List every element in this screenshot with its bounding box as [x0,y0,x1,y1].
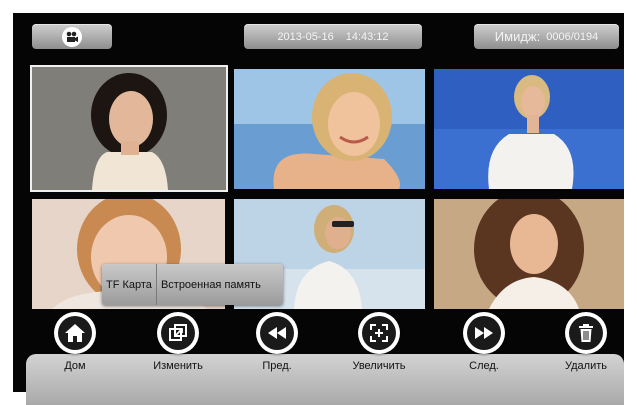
photo-image [234,69,425,189]
next-button[interactable]: След. [444,312,524,392]
camera-button[interactable] [32,24,112,49]
photo-image [32,67,226,190]
date-text: 2013-05-16 [277,30,334,43]
image-counter-value: 0006/0194 [546,30,599,43]
zoom-button[interactable]: Увеличить [339,312,419,392]
thumbnail-2[interactable] [234,69,425,189]
storage-option-internal[interactable]: Встроенная память [157,264,265,305]
datetime-display: 2013-05-16 14:43:12 [244,24,422,49]
thumbnail-3[interactable] [434,69,624,189]
home-button[interactable]: Дом [35,312,115,392]
photo-image [434,69,624,189]
switch-icon [161,316,195,350]
previous-button[interactable]: Пред. [237,312,317,392]
time-text: 14:43:12 [345,30,389,43]
next-label: След. [469,360,499,372]
zoom-icon [362,316,396,350]
image-counter: Имидж: 0006/0194 [474,24,619,49]
delete-label: Удалить [565,360,607,372]
rewind-icon [260,316,294,350]
trash-icon [569,316,603,350]
bottom-toolbar [26,354,624,405]
thumbnail-6[interactable] [434,199,624,309]
switch-label: Изменить [153,360,203,372]
home-icon [58,316,92,350]
thumbnail-1[interactable] [30,65,228,192]
zoom-label: Увеличить [352,360,406,372]
delete-button[interactable]: Удалить [546,312,626,392]
previous-label: Пред. [262,360,292,372]
storage-select-popup: TF Карта Встроенная память [102,264,283,305]
storage-option-tf-card[interactable]: TF Карта [102,264,156,305]
home-label: Дом [64,360,86,372]
image-label: Имидж: [494,29,541,44]
video-camera-icon [62,26,82,47]
fast-forward-icon [467,316,501,350]
photo-image [434,199,624,309]
switch-button[interactable]: Изменить [138,312,218,392]
